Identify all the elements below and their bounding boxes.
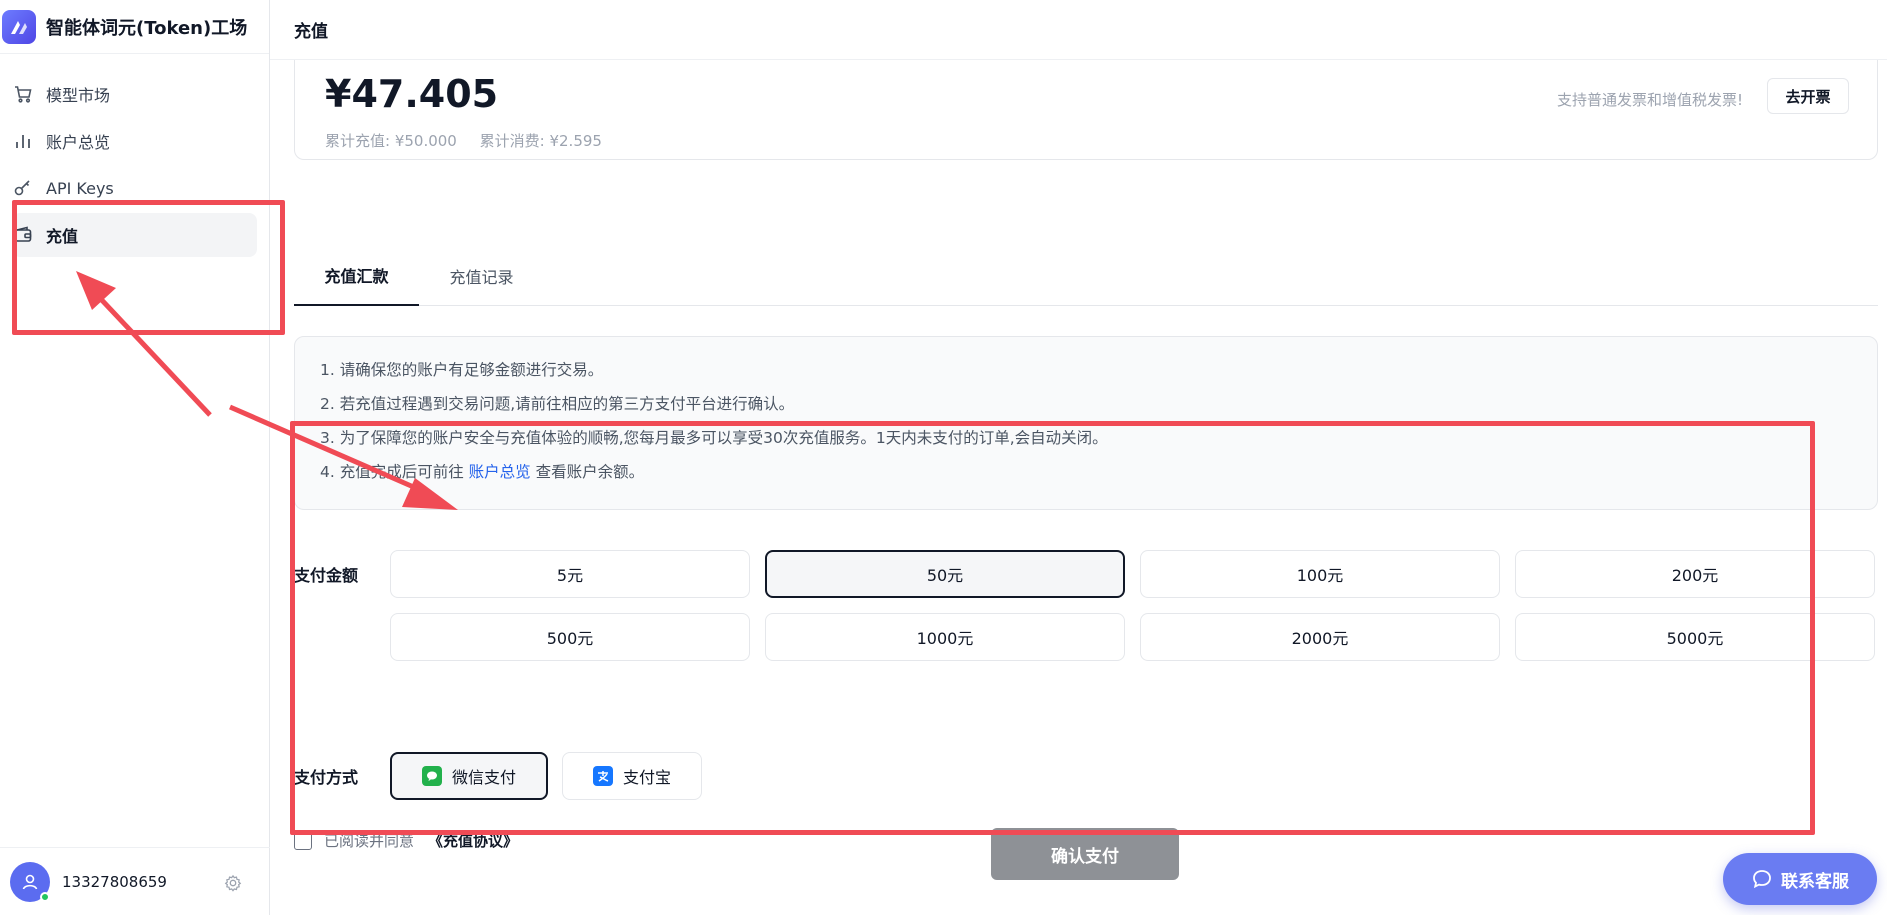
avatar[interactable]: [10, 861, 50, 902]
tab-bar: 充值汇款 充值记录: [294, 246, 1878, 306]
cart-icon: [12, 83, 34, 105]
amount-options: 5元 50元 100元 200元 500元 1000元 2000元 5000元: [390, 550, 1878, 661]
logo-mark-icon: [11, 20, 27, 34]
sidebar-item-label: 充值: [46, 227, 79, 246]
notice-line-4: 4. 充值完成后可前往 账户总览 查看账户余额。: [320, 461, 1877, 495]
brand-logo-icon: [2, 9, 36, 44]
tab-recharge-records[interactable]: 充值记录: [419, 246, 544, 306]
sidebar-item-model-market[interactable]: 模型市场: [12, 72, 257, 116]
contact-support-label: 联系客服: [1781, 871, 1849, 892]
page-title: 充值: [294, 22, 328, 42]
sidebar-item-label: 账户总览: [46, 133, 111, 152]
notice-line-4-suffix: 查看账户余额。: [530, 463, 645, 481]
alipay-icon: [593, 766, 614, 786]
gear-icon[interactable]: [224, 874, 242, 896]
sidebar-item-label: API Keys: [46, 178, 114, 198]
total-consume: 累计消费: ¥2.595: [479, 132, 602, 150]
amount-option-200[interactable]: 200元: [1515, 550, 1875, 598]
confirm-payment-button[interactable]: 确认支付: [991, 828, 1179, 880]
amount-label: 支付金额: [294, 566, 359, 585]
user-icon: [22, 874, 38, 889]
page-header: 充值: [270, 0, 1887, 60]
amount-option-1000[interactable]: 1000元: [765, 613, 1125, 661]
invoice-note: 支持普通发票和增值税发票!: [1556, 91, 1743, 109]
sidebar-item-account-overview[interactable]: 账户总览: [12, 119, 257, 163]
brand[interactable]: 智能体词元(Token)工场: [0, 0, 269, 54]
invoice-button[interactable]: 去开票: [1767, 78, 1849, 114]
key-icon: [12, 177, 34, 199]
amount-option-5[interactable]: 5元: [390, 550, 750, 598]
amount-option-2000[interactable]: 2000元: [1140, 613, 1500, 661]
payment-method-label: 支付方式: [294, 768, 359, 787]
wechat-icon: [422, 766, 442, 786]
alipay-button[interactable]: 支付宝: [562, 752, 703, 800]
notice-line-2: 2. 若充值过程遇到交易问题,请前往相应的第三方支付平台进行确认。: [320, 395, 795, 413]
payment-methods: 微信支付 支付宝: [390, 752, 716, 800]
notice-line-1: 1. 请确保您的账户有足够金额进行交易。: [320, 361, 604, 379]
sidebar-nav: 模型市场 账户总览 API Keys 充值: [0, 54, 269, 257]
wechat-pay-label: 微信支付: [452, 768, 517, 787]
agreement-text: 已阅读并同意: [324, 832, 415, 850]
tab-recharge[interactable]: 充值汇款: [294, 246, 419, 306]
account-overview-link[interactable]: 账户总览: [469, 463, 531, 481]
chat-bubble-icon: [1753, 870, 1771, 889]
sidebar-item-recharge[interactable]: 充值: [12, 213, 257, 257]
total-recharge: 累计充值: ¥50.000: [325, 132, 457, 150]
agreement-link[interactable]: 《充值协议》: [428, 830, 518, 851]
contact-support-button[interactable]: 联系客服: [1723, 853, 1877, 905]
balance-meta: 累计充值: ¥50.000 累计消费: ¥2.595: [325, 130, 602, 151]
sidebar-item-api-keys[interactable]: API Keys: [12, 166, 257, 210]
user-phone: 13327808659: [62, 872, 167, 891]
notice-line-3: 3. 为了保障您的账户安全与充值体验的顺畅,您每月最多可以享受30次充值服务。1…: [320, 429, 1108, 447]
sidebar: 智能体词元(Token)工场 模型市场 账户总览 API Keys 充值 133…: [0, 0, 270, 915]
amount-option-5000[interactable]: 5000元: [1515, 613, 1875, 661]
online-status-dot: [40, 891, 50, 902]
brand-title: 智能体词元(Token)工场: [46, 17, 248, 39]
wallet-icon: [12, 224, 34, 246]
notice-box: 1. 请确保您的账户有足够金额进行交易。 2. 若充值过程遇到交易问题,请前往相…: [294, 336, 1878, 510]
wechat-pay-button[interactable]: 微信支付: [390, 752, 549, 800]
user-footer: 13327808659: [0, 847, 270, 915]
amount-option-50[interactable]: 50元: [765, 550, 1125, 598]
balance-amount: ¥47.405: [325, 72, 499, 116]
agreement-checkbox[interactable]: [294, 831, 312, 850]
notice-line-4-prefix: 4. 充值完成后可前往: [320, 463, 469, 481]
sidebar-item-label: 模型市场: [46, 86, 111, 105]
amount-option-500[interactable]: 500元: [390, 613, 750, 661]
agreement-row: 已阅读并同意 《充值协议》: [294, 830, 518, 851]
alipay-label: 支付宝: [623, 768, 672, 787]
amount-option-100[interactable]: 100元: [1140, 550, 1500, 598]
bar-chart-icon: [12, 130, 34, 152]
